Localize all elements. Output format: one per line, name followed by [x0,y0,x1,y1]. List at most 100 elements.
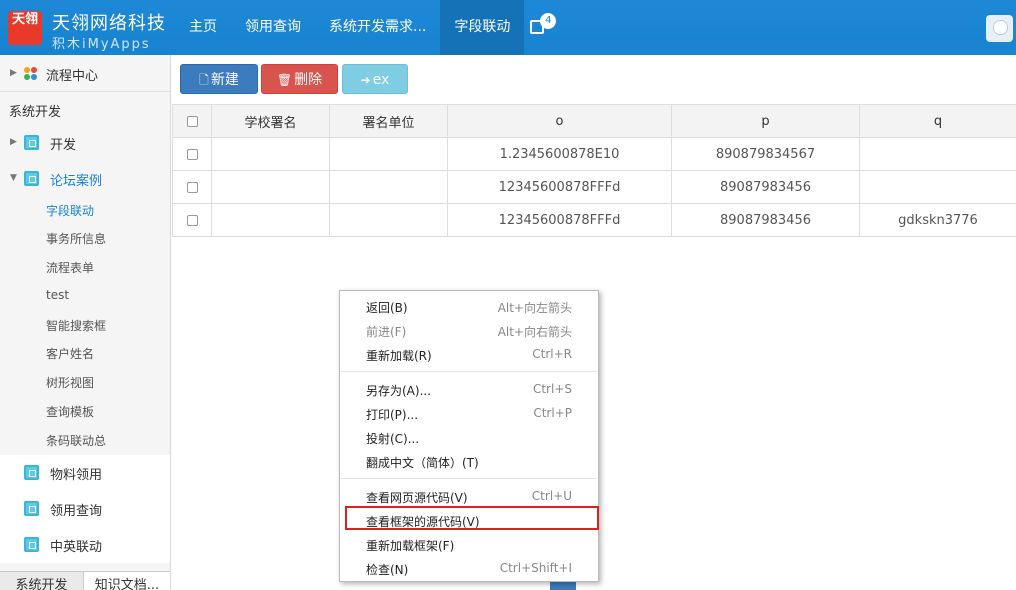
sidebar-item-dev[interactable]: ▶ 开发 [0,133,170,153]
nav-field-link[interactable]: 字段联动 [440,0,525,55]
sign-in-icon: ➜ [360,73,371,87]
row-checkbox-cell[interactable] [172,137,212,171]
user-avatar[interactable] [986,15,1013,42]
sidebar-tabs: 系统开发 知识文档... [0,571,170,590]
menu-item-shortcut: Ctrl+S [532,382,572,396]
caret-right-icon: ▶ [10,68,17,78]
sidebar-item-zhongying[interactable]: 中英联动 [0,527,170,563]
sidebar-sub-item[interactable]: 条码联动总 [46,432,106,449]
highlight-box [345,506,599,530]
sidebar-item-workflow-label: 流程中心 [46,69,99,84]
menu-item-shortcut: Alt+向右箭头 [497,325,572,339]
table-cell [329,137,448,171]
nav-dev-requirements[interactable]: 系统开发需求... [315,0,440,55]
menu-item-label: 打印(P)... [366,408,419,422]
sidebar-sub-item[interactable]: test [46,288,69,302]
column-header[interactable]: q [859,104,1016,138]
table-cell [211,137,330,171]
menu-item-label: 投射(C)... [366,432,420,446]
sidebar-sub-item[interactable]: 事务所信息 [46,230,106,247]
delete-button[interactable]: 🗑 删除 [261,64,338,94]
brand-subtitle: 积木iMyApps [52,37,151,52]
cube-icon [24,171,39,186]
menu-item-label: 检查(N) [366,563,409,577]
sidebar-sub-item[interactable]: 客户姓名 [46,345,94,362]
notification-button[interactable]: 4 [524,0,564,55]
table-cell: 12345600878FFFd [447,170,672,204]
menu-item-shortcut: Ctrl+R [532,347,572,361]
nav-home[interactable]: 主页 [175,0,231,55]
column-header[interactable]: 学校署名 [211,104,330,138]
menu-separator [341,371,597,372]
menu-item-shortcut: Alt+向左箭头 [497,301,572,315]
row-checkbox-cell[interactable] [172,170,212,204]
sidebar-item-forum[interactable]: ▼ 论坛案例 [0,169,170,189]
sidebar-item-forum-label: 论坛案例 [50,174,103,189]
divider [0,91,170,92]
trash-icon: 🗑 [276,73,293,87]
menu-item-shortcut: Ctrl+U [531,489,572,503]
new-button[interactable]: 🗋 新建 [180,64,258,94]
menu-item-save-as[interactable]: 另存为(A)... Ctrl+S [340,377,598,401]
table-cell [211,203,330,237]
table-row[interactable]: 12345600878FFFd 89087983456 [172,170,1016,204]
tab-knowledge-docs[interactable]: 知识文档... [84,572,170,590]
tab-system-dev[interactable]: 系统开发 [0,572,84,590]
column-header[interactable]: p [671,104,860,138]
cube-icon [24,501,39,516]
notification-badge: 4 [540,13,557,29]
nav-query[interactable]: 领用查询 [231,0,315,55]
menu-separator [341,478,597,479]
menu-item-reload[interactable]: 重新加载(R) Ctrl+R [340,342,598,366]
menu-item-reload-frame[interactable]: 重新加载框架(F) [340,532,598,556]
menu-item-forward[interactable]: 前进(F) Alt+向右箭头 [340,318,598,342]
table-cell: 1.2345600878E10 [447,137,672,171]
table-cell: 890879834567 [671,137,860,171]
table-row[interactable]: 12345600878FFFd 89087983456 gdkskn3776 [172,203,1016,237]
table-cell: 89087983456 [671,203,860,237]
sidebar-sub-item[interactable]: 流程表单 [46,259,94,276]
menu-item-label: 另存为(A)... [366,384,432,398]
menu-item-view-source[interactable]: 查看网页源代码(V) Ctrl+U [340,484,598,508]
menu-item-shortcut: Ctrl+P [533,406,572,420]
menu-item-translate[interactable]: 翻成中文（简体）(T) [340,449,598,473]
sidebar-section-title: 系统开发 [9,105,62,120]
table-cell [329,170,448,204]
row-checkbox[interactable] [186,148,198,160]
sidebar-sub-item[interactable]: 智能搜索框 [46,317,106,334]
table-cell: 12345600878FFFd [447,203,672,237]
data-table: 学校署名 署名单位 o p q 1.2345600878E10 89087983… [172,104,1016,237]
menu-item-print[interactable]: 打印(P)... Ctrl+P [340,401,598,425]
table-row[interactable]: 1.2345600878E10 890879834567 [172,137,1016,171]
brand[interactable]: 天翎 天翎网络科技 积木iMyApps [0,0,170,55]
sidebar-item-workflow[interactable]: ▶ 流程中心 [0,64,170,84]
delete-button-label: 删除 [294,72,323,88]
partial-button[interactable] [550,582,576,590]
new-button-label: 新建 [210,72,239,88]
menu-item-label: 重新加载(R) [366,349,432,363]
menu-item-label: 翻成中文（简体）(T) [366,456,479,470]
caret-right-icon: ▶ [10,137,17,147]
table-cell: 89087983456 [671,170,860,204]
column-header[interactable]: o [447,104,672,138]
menu-item-cast[interactable]: 投射(C)... [340,425,598,449]
column-header[interactable]: 署名单位 [329,104,448,138]
row-checkbox[interactable] [186,181,198,193]
ex-button[interactable]: ➜ ex [342,64,408,94]
sidebar-item-query[interactable]: 领用查询 [0,491,170,527]
ex-button-label: ex [372,72,390,88]
select-all-checkbox[interactable] [186,115,198,127]
sidebar-sub-item[interactable]: 树形视图 [46,374,94,391]
row-checkbox[interactable] [186,214,198,226]
menu-item-back[interactable]: 返回(B) Alt+向左箭头 [340,294,598,318]
sidebar-sub-item[interactable]: 字段联动 [46,202,94,219]
menu-item-shortcut: Ctrl+Shift+I [499,561,572,575]
menu-item-label: 前进(F) [366,325,407,339]
row-checkbox-cell[interactable] [172,203,212,237]
sidebar-item-material[interactable]: 物料领用 [0,455,170,491]
table-cell [329,203,448,237]
cube-icon [24,465,39,480]
menu-item-inspect[interactable]: 检查(N) Ctrl+Shift+I [340,556,598,580]
select-all-checkbox-cell[interactable] [172,104,212,138]
sidebar-sub-item[interactable]: 查询模板 [46,403,94,420]
